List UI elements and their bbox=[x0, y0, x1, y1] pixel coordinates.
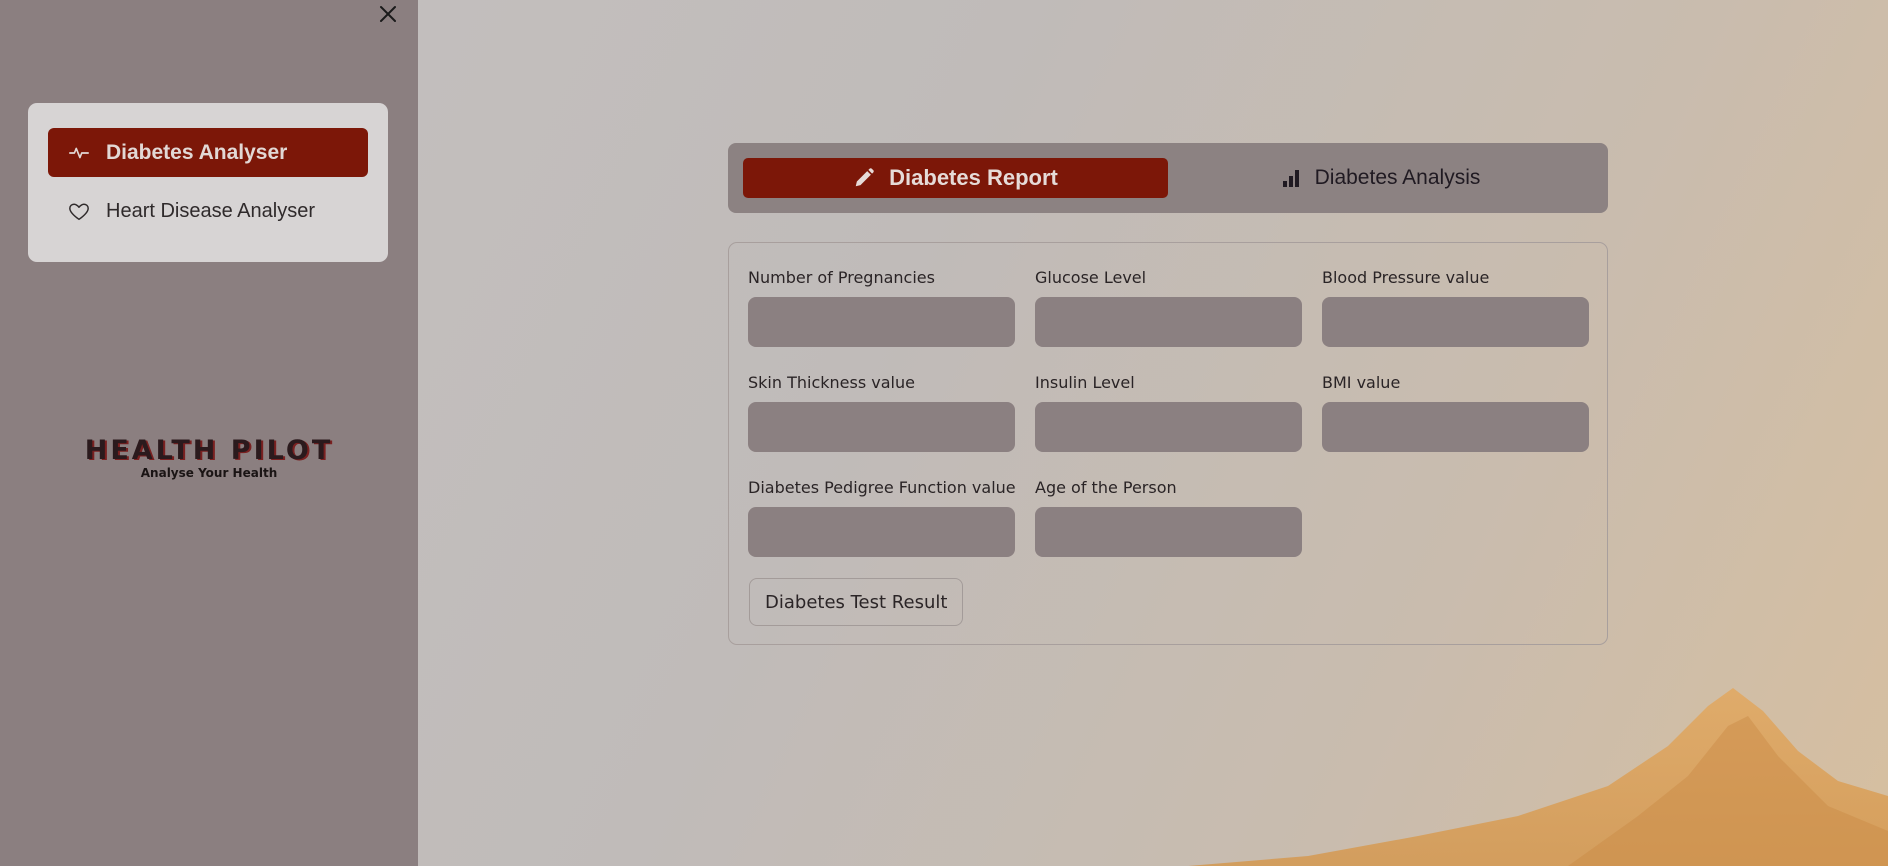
tab-label: Diabetes Analysis bbox=[1314, 166, 1481, 189]
close-sidebar-button[interactable] bbox=[376, 2, 400, 26]
diabetes-test-result-button[interactable]: Diabetes Test Result bbox=[749, 578, 964, 626]
nav-item-label: Diabetes Analyser bbox=[106, 140, 288, 164]
age-label: Age of the Person bbox=[1035, 478, 1177, 497]
bar-chart-icon bbox=[1282, 170, 1299, 187]
insulin-input[interactable] bbox=[1035, 402, 1302, 452]
nav-item-label: Heart Disease Analyser bbox=[106, 200, 315, 222]
skin-thickness-label: Skin Thickness value bbox=[748, 373, 915, 392]
nav-item-heart-disease-analyser[interactable]: Heart Disease Analyser bbox=[48, 187, 368, 236]
bmi-label: BMI value bbox=[1322, 373, 1401, 392]
skin-thickness-input[interactable] bbox=[748, 402, 1015, 452]
tab-diabetes-report[interactable]: Diabetes Report bbox=[743, 158, 1168, 198]
brand-title: HEALTH PILOT bbox=[84, 435, 334, 466]
pedigree-function-input[interactable] bbox=[748, 507, 1015, 557]
blood-pressure-input[interactable] bbox=[1322, 297, 1589, 347]
diabetes-report-form: Number of Pregnancies Glucose Level Bloo… bbox=[728, 242, 1608, 645]
pregnancies-input[interactable] bbox=[748, 297, 1015, 347]
tab-bar: Diabetes Report Diabetes Analysis bbox=[728, 143, 1608, 213]
brand-subtitle: Analyse Your Health bbox=[140, 466, 278, 480]
insulin-label: Insulin Level bbox=[1035, 373, 1135, 392]
mountain-background-image bbox=[1188, 688, 1888, 866]
close-icon bbox=[380, 6, 396, 22]
nav-menu: Diabetes Analyser Heart Disease Analyser bbox=[28, 103, 388, 262]
pedigree-function-label: Diabetes Pedigree Function value bbox=[748, 478, 1016, 497]
age-input[interactable] bbox=[1035, 507, 1302, 557]
pencil-icon bbox=[855, 168, 874, 187]
brand-logo: HEALTH PILOT Analyse Your Health bbox=[0, 435, 418, 480]
tab-diabetes-analysis[interactable]: Diabetes Analysis bbox=[1168, 158, 1593, 198]
blood-pressure-label: Blood Pressure value bbox=[1322, 268, 1490, 287]
pregnancies-label: Number of Pregnancies bbox=[748, 268, 935, 287]
glucose-label: Glucose Level bbox=[1035, 268, 1147, 287]
heart-icon bbox=[69, 202, 89, 220]
bmi-input[interactable] bbox=[1322, 402, 1589, 452]
sidebar: Diabetes Analyser Heart Disease Analyser… bbox=[0, 0, 418, 866]
glucose-input[interactable] bbox=[1035, 297, 1302, 347]
nav-item-diabetes-analyser[interactable]: Diabetes Analyser bbox=[48, 128, 368, 177]
activity-icon bbox=[69, 147, 89, 158]
tab-label: Diabetes Report bbox=[889, 165, 1058, 190]
